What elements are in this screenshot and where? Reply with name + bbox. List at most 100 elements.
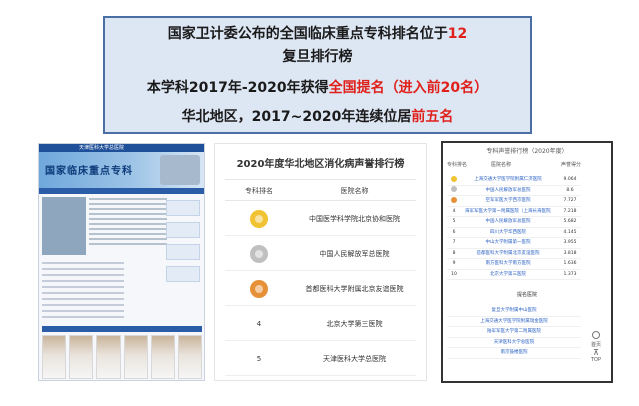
- national-ranking-row: 4 海军军医大学第一附属医院（上海长海医院） 7.218: [447, 207, 581, 217]
- ranking-title: 2020年度华北地区消化病声誉排行榜: [236, 159, 405, 170]
- hospital-link[interactable]: 中山大学附属第一医院: [465, 238, 551, 248]
- headline-line-1: 国家卫计委公布的全国临床重点专科排名位于12: [105, 23, 530, 43]
- national-ranking-row: 中国人民解放军总医院 8.6: [447, 186, 581, 196]
- rank-cell: 4: [452, 208, 456, 214]
- national-ranking-row: 9 南方医科大学南方医院 1.636: [447, 259, 581, 270]
- national-ranking-screenshot: 专科声誉排行榜（2020年度） 专科排名 医院名称 声誉得分 上海交通大学医学院…: [441, 141, 613, 383]
- nominated-hospital-link[interactable]: 陆军军医大学第二附属医院: [447, 327, 581, 338]
- top-label: TOP: [590, 357, 601, 363]
- nominated-hospital-link[interactable]: 复旦大学附属中山医院: [447, 306, 581, 317]
- doctor-photo: [96, 335, 121, 379]
- headline-line-4-highlight: 前五名: [411, 109, 454, 125]
- score-cell: 7.218: [563, 208, 577, 214]
- national-ranking-row: 5 中国人民解放军总医院 5.682: [447, 217, 581, 228]
- headline-line-4: 华北地区，2017~2020年连续位居前五名: [105, 106, 530, 126]
- back-to-top-button[interactable]: ⊼ TOP: [587, 348, 605, 364]
- bronze-medal-icon: [250, 280, 268, 298]
- home-button[interactable]: 首页: [587, 331, 605, 348]
- score-cell: 5.682: [563, 219, 577, 224]
- header-hospital: 医院名称: [491, 162, 512, 168]
- national-ranking-header: 专科排名 医院名称 声誉得分: [447, 157, 581, 173]
- doctor-photos-row: [42, 335, 203, 379]
- headline-line-3: 本学科2017年-2020年获得全国提名（进入前20名）: [105, 77, 530, 97]
- header-rank: 专科排名: [447, 162, 468, 168]
- side-link-box: [166, 244, 200, 260]
- national-ranking-row: 上海交通大学医学院附属仁济医院 9.064: [447, 175, 581, 186]
- rank-cell: 10: [451, 271, 457, 277]
- rank-cell: [447, 186, 461, 196]
- score-cell: 4.145: [563, 229, 577, 235]
- national-ranking-row: 7 中山大学附属第一医院 3.955: [447, 238, 581, 249]
- hospital-link[interactable]: 中国人民解放军总医院: [465, 217, 551, 227]
- hospital-link[interactable]: 中国人民解放军总医院: [465, 186, 551, 196]
- headline-line-4-text: 华北地区，2017~2020年连续位居: [181, 109, 412, 125]
- group-photo: [42, 197, 86, 255]
- arrow-up-icon: ⊼: [593, 348, 599, 357]
- side-link-box: [166, 266, 200, 282]
- side-link-box: [166, 222, 200, 238]
- score-cell: 1.373: [563, 271, 577, 277]
- north-china-ranking-card: 2020年度华北地区消化病声誉排行榜 专科排名 医院名称 中国医学科学院北京协和…: [214, 143, 427, 381]
- ranking-row: 中国人民解放军总医院: [225, 237, 416, 271]
- national-ranking-title: 专科声誉排行榜（2020年度）: [486, 148, 568, 155]
- nominated-hospital-link[interactable]: 上海交通大学医学院附属瑞金医院: [447, 317, 581, 327]
- rank-cell: 5: [452, 219, 456, 224]
- hospital-link[interactable]: 海军军医大学第一附属医院（上海长海医院）: [465, 207, 551, 217]
- hospital-cell: 首都医科大学附属北京友谊医院: [305, 285, 404, 293]
- rank-cell: 5: [256, 355, 262, 363]
- nominated-hospital-link[interactable]: 南京鼓楼医院: [447, 348, 581, 359]
- headline-line-1-highlight: 12: [447, 26, 468, 42]
- rank-cell: [447, 196, 461, 206]
- header-hospital: 医院名称: [340, 187, 369, 195]
- news-list: [42, 262, 124, 322]
- medal-icon: [451, 196, 457, 203]
- medal-icon: [451, 175, 457, 182]
- banner-photo: [160, 155, 200, 185]
- headline-line-2: 复旦排行榜: [282, 49, 353, 65]
- national-ranking-rows: 上海交通大学医学院附属仁济医院 9.064 中国人民解放军总医院 8.6 空军军医大学西…: [447, 175, 581, 280]
- headline-box: 国家卫计委公布的全国临床重点专科排名位于12 复旦排行榜 本学科2017年-20…: [103, 16, 532, 134]
- rank-cell: 7: [452, 240, 456, 245]
- nominated-list: 复旦大学附属中山医院 上海交通大学医学院附属瑞金医院 陆军军医大学第二附属医院 天津医…: [447, 306, 581, 359]
- rank-cell: 4: [256, 320, 262, 328]
- rank-cell: 9: [452, 261, 456, 266]
- headline-line-3-highlight: 全国提名（进入前20名）: [328, 80, 489, 96]
- hospital-cell: 天津医科大学总医院: [323, 355, 386, 363]
- doctor-photo: [42, 335, 67, 379]
- score-cell: 1.636: [563, 261, 577, 266]
- score-cell: 9.064: [563, 177, 577, 182]
- national-ranking-row: 6 四川大学华西医院 4.145: [447, 228, 581, 238]
- score-cell: 3.818: [563, 250, 577, 256]
- nominated-hospital-link[interactable]: 天津医科大学总医院: [447, 338, 581, 348]
- hospital-link[interactable]: 首都医科大学附属北京友谊医院: [465, 249, 551, 259]
- doctor-photo: [69, 335, 94, 379]
- experts-section-bar: [42, 326, 202, 332]
- webpage-top-bar-text: 天津医科大学总医院: [79, 145, 125, 151]
- ranking-row: 首都医科大学附属北京友谊医院: [225, 272, 416, 306]
- webpage-banner-title: 国家临床重点专科: [45, 166, 133, 177]
- score-cell: 3.955: [563, 240, 577, 245]
- doctor-photo: [123, 335, 148, 379]
- headline-line-1-text: 国家卫计委公布的全国临床重点专科排名位于: [167, 26, 448, 42]
- national-ranking-row: 空军军医大学西京医院 7.727: [447, 196, 581, 207]
- hospital-link[interactable]: 南方医科大学南方医院: [465, 259, 551, 269]
- rank-cell: [225, 237, 293, 271]
- ranking-row: 5 天津医科大学总医院: [225, 342, 416, 376]
- score-cell: 7.727: [563, 198, 577, 203]
- headline-line-3-text: 本学科2017年-2020年获得: [146, 80, 329, 96]
- hospital-link[interactable]: 空军军医大学西京医院: [465, 196, 551, 206]
- hospital-link[interactable]: 上海交通大学医学院附属仁济医院: [465, 175, 551, 185]
- hospital-cell: 中国人民解放军总医院: [319, 250, 390, 258]
- ranking-header-row: 专科排名 医院名称: [225, 179, 416, 201]
- hospital-link[interactable]: 四川大学华西医院: [465, 228, 551, 238]
- hospital-cell: 中国医学科学院北京协和医院: [309, 215, 400, 223]
- gold-medal-icon: [250, 210, 268, 228]
- national-ranking-row: 8 首都医科大学附属北京友谊医院 3.818: [447, 249, 581, 259]
- doctor-photo: [150, 335, 175, 379]
- rank-cell: [447, 175, 461, 185]
- intro-text-block: [89, 198, 167, 248]
- hospital-cell: 北京大学第三医院: [326, 320, 383, 328]
- hospital-link[interactable]: 北京大学第三医院: [465, 270, 551, 280]
- side-link-box: [166, 200, 200, 216]
- rank-cell: [225, 272, 293, 306]
